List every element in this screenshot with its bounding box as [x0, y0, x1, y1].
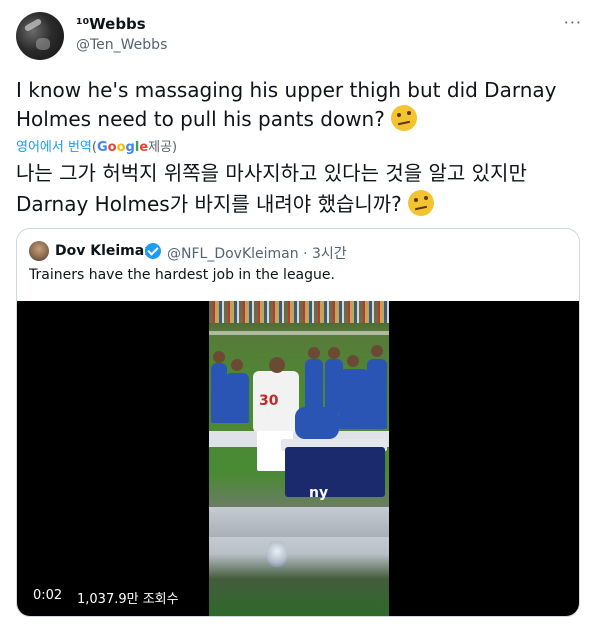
quote-timestamp[interactable]: 3시간	[312, 246, 347, 262]
video-person-head	[347, 355, 359, 367]
video-player[interactable]: 30 ny 0:02 1,037.9만 조회수	[17, 301, 579, 616]
translated-text: 나는 그가 허벅지 위쪽을 마사지하고 있다는 것을 알고 있지만 Darnay…	[16, 158, 582, 220]
quote-text: Trainers have the hardest job in the lea…	[29, 267, 335, 283]
video-person-head	[328, 347, 340, 359]
video-sideline	[209, 331, 389, 335]
video-person-head	[213, 351, 225, 363]
video-person	[225, 373, 249, 423]
more-horizontal-icon[interactable]: ···	[564, 13, 582, 32]
video-person	[367, 359, 387, 429]
tweet-text-body: I know he's massaging his upper thigh bu…	[16, 78, 557, 131]
video-player-number: 30	[259, 393, 279, 409]
google-logo: Google	[96, 140, 149, 155]
video-cooler-logo: ny	[309, 485, 329, 501]
video-view-count: 1,037.9만 조회수	[77, 592, 179, 607]
video-person	[339, 369, 369, 429]
translation-attribution: 영어에서 번역(Google제공)	[16, 136, 177, 155]
video-person-head	[371, 345, 383, 357]
verified-badge-icon	[145, 243, 161, 259]
quote-meta: @NFL_DovKleiman · 3시간	[167, 243, 347, 263]
thinking-emoji-icon-translated	[407, 190, 434, 216]
video-railing	[209, 507, 389, 537]
translated-text-body: 나는 그가 허벅지 위쪽을 마사지하고 있다는 것을 알고 있지만 Darnay…	[16, 161, 527, 216]
quote-author-handle[interactable]: @NFL_DovKleiman	[167, 246, 299, 262]
author-display-name[interactable]: ¹⁰Webbs	[76, 15, 146, 33]
video-timestamp: 0:02	[33, 588, 63, 603]
quote-author-avatar[interactable]	[29, 241, 49, 261]
video-player-head	[269, 357, 285, 373]
thinking-emoji-icon	[390, 105, 417, 131]
video-cooler	[285, 447, 385, 497]
video-trainer	[295, 407, 339, 439]
video-light	[267, 541, 287, 567]
author-avatar[interactable]	[16, 12, 64, 60]
quote-separator: ·	[303, 246, 308, 262]
video-crowd	[209, 301, 389, 323]
video-person	[305, 359, 323, 413]
quoted-tweet[interactable]: Dov Kleiman @NFL_DovKleiman · 3시간 Traine…	[16, 228, 580, 617]
quote-author-name[interactable]: Dov Kleiman	[55, 243, 154, 259]
translated-from-link[interactable]: 영어에서 번역	[16, 140, 92, 155]
tweet-text: I know he's massaging his upper thigh bu…	[16, 76, 582, 134]
translation-provided: 제공)	[148, 140, 178, 155]
video-frame[interactable]: 30 ny	[209, 301, 389, 616]
video-person-head	[308, 347, 320, 359]
video-person-head	[231, 359, 243, 371]
author-handle[interactable]: @Ten_Webbs	[76, 37, 167, 53]
